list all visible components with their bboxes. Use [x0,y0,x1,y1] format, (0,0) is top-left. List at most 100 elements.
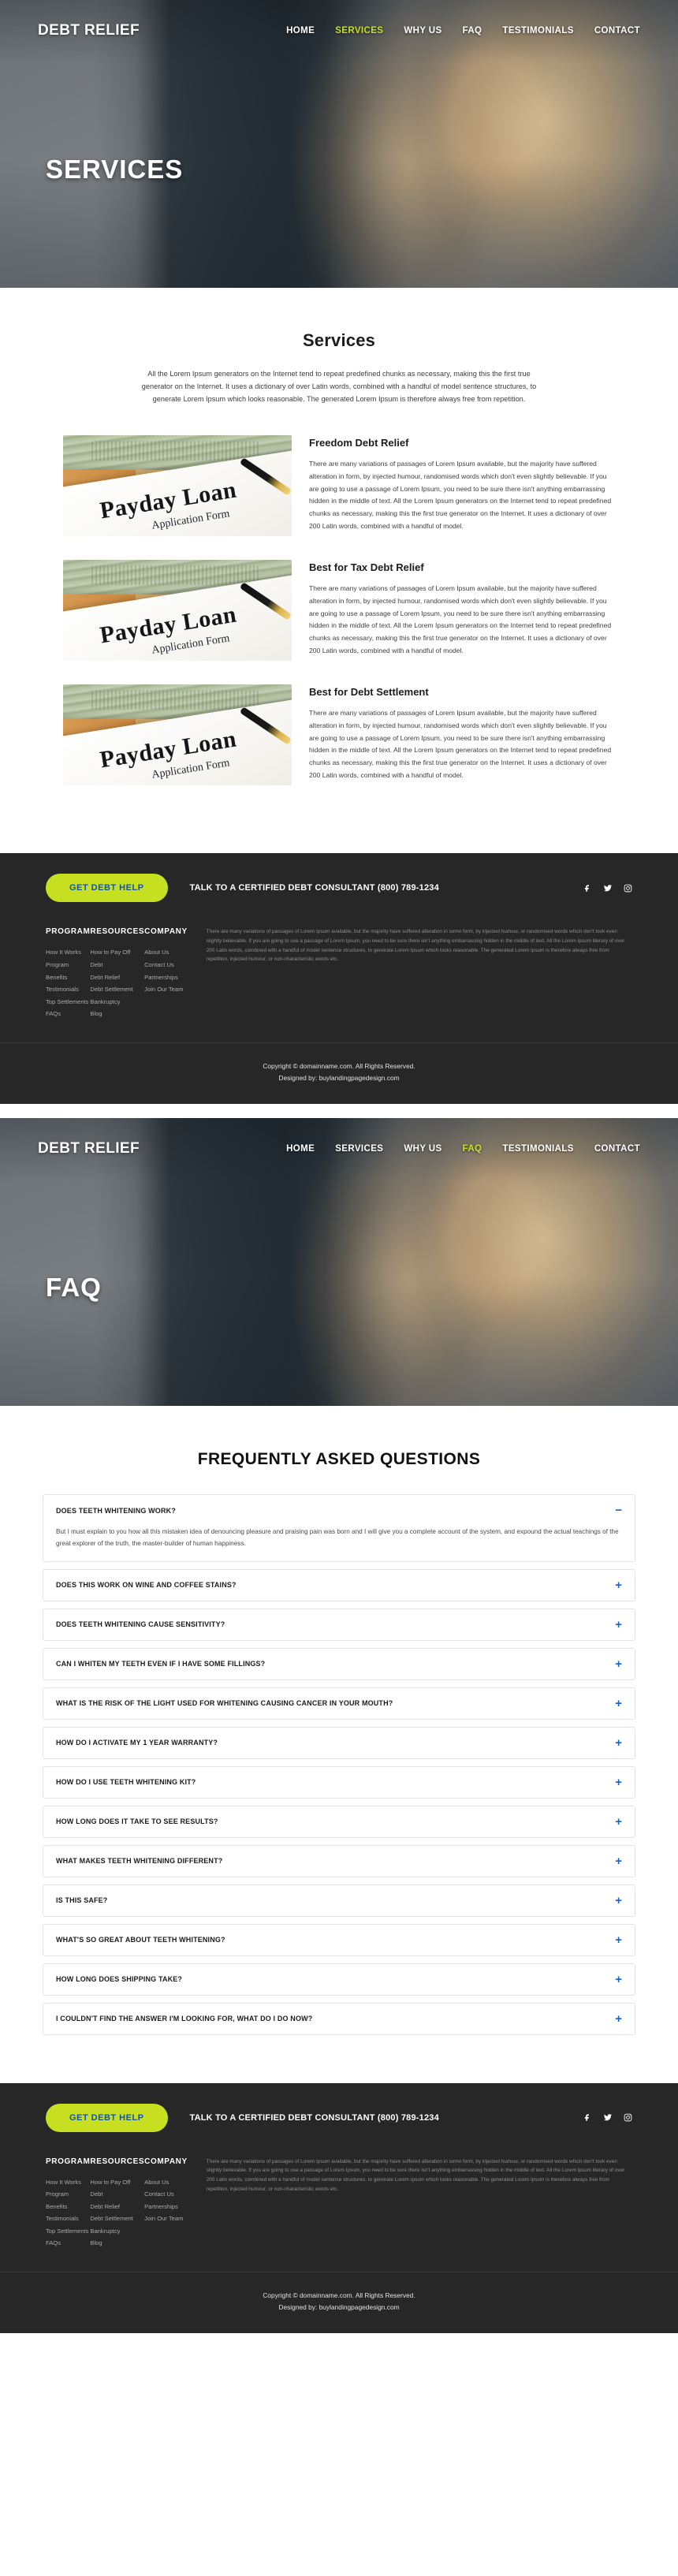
nav-item-contact[interactable]: CONTACT [594,26,640,35]
footer-link[interactable]: How to Pay Off Debt [90,946,144,971]
footer-link[interactable]: Debt Relief [90,2201,144,2213]
faq-question-row[interactable]: WHAT MAKES TEETH WHITENING DIFFERENT? + [43,1846,635,1877]
facebook-icon[interactable] [583,2113,592,2122]
footer-column-resources: RESOURCES How to Pay Off Debt Debt Relie… [90,2157,144,2250]
plus-icon[interactable]: + [605,1579,622,1591]
instagram-icon[interactable] [624,2113,632,2122]
footer-link[interactable]: Program Benefits [46,959,90,983]
service-body: Freedom Debt Relief There are many varia… [309,435,615,532]
footer-link[interactable]: How It Works [46,946,90,959]
facebook-icon[interactable] [583,884,592,893]
site-logo[interactable]: DEBT RELIEF [38,1140,140,1158]
plus-icon[interactable]: + [605,1698,622,1709]
twitter-icon[interactable] [603,2113,613,2122]
footer-link[interactable]: Partnerships [144,971,188,984]
cta-consultant-text: TALK TO A CERTIFIED DEBT CONSULTANT (800… [190,883,439,893]
service-description: There are many variations of passages of… [309,460,612,530]
footer-link[interactable]: Partnerships [144,2201,188,2213]
footer-link[interactable]: Debt Settlement [90,983,144,996]
nav-item-why-us[interactable]: WHY US [404,1144,441,1154]
faq-question-row[interactable]: WHAT'S SO GREAT ABOUT TEETH WHITENING? + [43,1925,635,1955]
footer-link[interactable]: Blog [90,2237,144,2250]
footer-link[interactable]: Debt Settlement [90,2213,144,2225]
footer: GET DEBT HELP TALK TO A CERTIFIED DEBT C… [0,2082,678,2334]
nav-item-home[interactable]: HOME [286,1144,315,1154]
faq-question-row[interactable]: HOW DO I USE TEETH WHITENING KIT? + [43,1767,635,1798]
cta-label: TALK TO A CERTIFIED DEBT CONSULTANT [189,883,375,893]
footer-link[interactable]: Top Settlements [46,2225,90,2238]
plus-icon[interactable]: + [605,1737,622,1749]
nav-item-services[interactable]: SERVICES [335,26,383,35]
footer-link[interactable]: Contact Us [144,959,188,971]
copyright-line-1: Copyright © domainname.com. All Rights R… [263,1061,415,1070]
get-debt-help-button[interactable]: GET DEBT HELP [46,2103,168,2132]
faq-question-text: HOW LONG DOES IT TAKE TO SEE RESULTS? [56,1817,218,1826]
service-item: Payday Loan Application Form Freedom Deb… [63,435,615,537]
footer-link[interactable]: Blog [90,1008,144,1020]
footer-link[interactable]: Bankruptcy [90,996,144,1008]
footer-link[interactable]: Join Our Team [144,983,188,996]
faq-question-row[interactable]: IS THIS SAFE? + [43,1885,635,1916]
footer-link[interactable]: Bankruptcy [90,2225,144,2238]
footer: GET DEBT HELP TALK TO A CERTIFIED DEBT C… [0,853,678,1105]
nav-item-why-us[interactable]: WHY US [404,26,441,35]
footer-link[interactable]: Debt Relief [90,971,144,984]
footer-link[interactable]: How It Works [46,2176,90,2189]
hero-faq: DEBT RELIEF HOME SERVICES WHY US FAQ TES… [0,1118,678,1407]
footer-link[interactable]: Join Our Team [144,2213,188,2225]
cta-phone-number[interactable]: (800) 789-1234 [378,2113,439,2123]
plus-icon[interactable]: + [605,2013,622,2025]
footer-link[interactable]: Testimonials [46,2213,90,2225]
cta-phone-number[interactable]: (800) 789-1234 [378,883,439,893]
nav-item-contact[interactable]: CONTACT [594,1144,640,1154]
faq-question-row[interactable]: CAN I WHITEN MY TEETH EVEN IF I HAVE SOM… [43,1649,635,1679]
faq-question-row[interactable]: DOES TEETH WHITENING WORK? − [43,1495,635,1526]
footer-link[interactable]: Contact Us [144,2188,188,2201]
page-title: FAQ [46,1273,102,1303]
twitter-icon[interactable] [603,884,613,893]
service-title: Best for Tax Debt Relief [309,561,424,574]
plus-icon[interactable]: + [605,1934,622,1946]
site-logo[interactable]: DEBT RELIEF [38,22,140,39]
footer-about-text: There are many variations of passages of… [206,929,625,963]
footer-link[interactable]: About Us [144,946,188,959]
footer-link[interactable]: Top Settlements [46,996,90,1008]
plus-icon[interactable]: + [605,1895,622,1907]
faq-item: HOW LONG DOES IT TAKE TO SEE RESULTS? + [43,1805,635,1838]
hero-content: DEBT RELIEF HOME SERVICES WHY US FAQ TES… [0,0,678,288]
footer-link[interactable]: FAQs [46,1008,90,1020]
footer-link[interactable]: Testimonials [46,983,90,996]
nav-item-faq[interactable]: FAQ [463,1144,482,1154]
copyright-line-2: Designed by: buylandingpagedesign.com [278,2302,400,2311]
get-debt-help-button[interactable]: GET DEBT HELP [46,874,168,903]
plus-icon[interactable]: + [605,1855,622,1867]
footer-link[interactable]: How to Pay Off Debt [90,2176,144,2201]
footer-link[interactable]: FAQs [46,2237,90,2250]
instagram-icon[interactable] [624,884,632,893]
footer-link[interactable]: Program Benefits [46,2188,90,2213]
faq-question-row[interactable]: HOW LONG DOES IT TAKE TO SEE RESULTS? + [43,1806,635,1837]
nav-item-home[interactable]: HOME [286,26,315,35]
faq-question-row[interactable]: DOES THIS WORK ON WINE AND COFFEE STAINS… [43,1570,635,1601]
faq-question-row[interactable]: DOES TEETH WHITENING CAUSE SENSITIVITY? … [43,1609,635,1640]
footer-cta-bar: GET DEBT HELP TALK TO A CERTIFIED DEBT C… [0,853,678,919]
nav-item-faq[interactable]: FAQ [463,26,482,35]
faq-question-row[interactable]: HOW LONG DOES SHIPPING TAKE? + [43,1964,635,1995]
minus-icon[interactable]: − [605,1504,622,1516]
plus-icon[interactable]: + [605,1816,622,1828]
plus-icon[interactable]: + [605,1974,622,1985]
footer-link[interactable]: About Us [144,2176,188,2189]
main-nav: HOME SERVICES WHY US FAQ TESTIMONIALS CO… [286,26,640,35]
faq-item: HOW LONG DOES SHIPPING TAKE? + [43,1963,635,1996]
faq-question-row[interactable]: WHAT IS THE RISK OF THE LIGHT USED FOR W… [43,1688,635,1719]
faq-question-row[interactable]: I COULDN'T FIND THE ANSWER I'M LOOKING F… [43,2004,635,2034]
plus-icon[interactable]: + [605,1658,622,1670]
nav-item-services[interactable]: SERVICES [335,1144,383,1154]
nav-item-testimonials[interactable]: TESTIMONIALS [502,1144,573,1154]
plus-icon[interactable]: + [605,1619,622,1631]
nav-item-testimonials[interactable]: TESTIMONIALS [502,26,573,35]
service-item: Payday Loan Application Form Best for De… [63,684,615,786]
faq-question-row[interactable]: HOW DO I ACTIVATE MY 1 YEAR WARRANTY? + [43,1728,635,1758]
faq-item: HOW DO I USE TEETH WHITENING KIT? + [43,1765,635,1799]
plus-icon[interactable]: + [605,1776,622,1788]
